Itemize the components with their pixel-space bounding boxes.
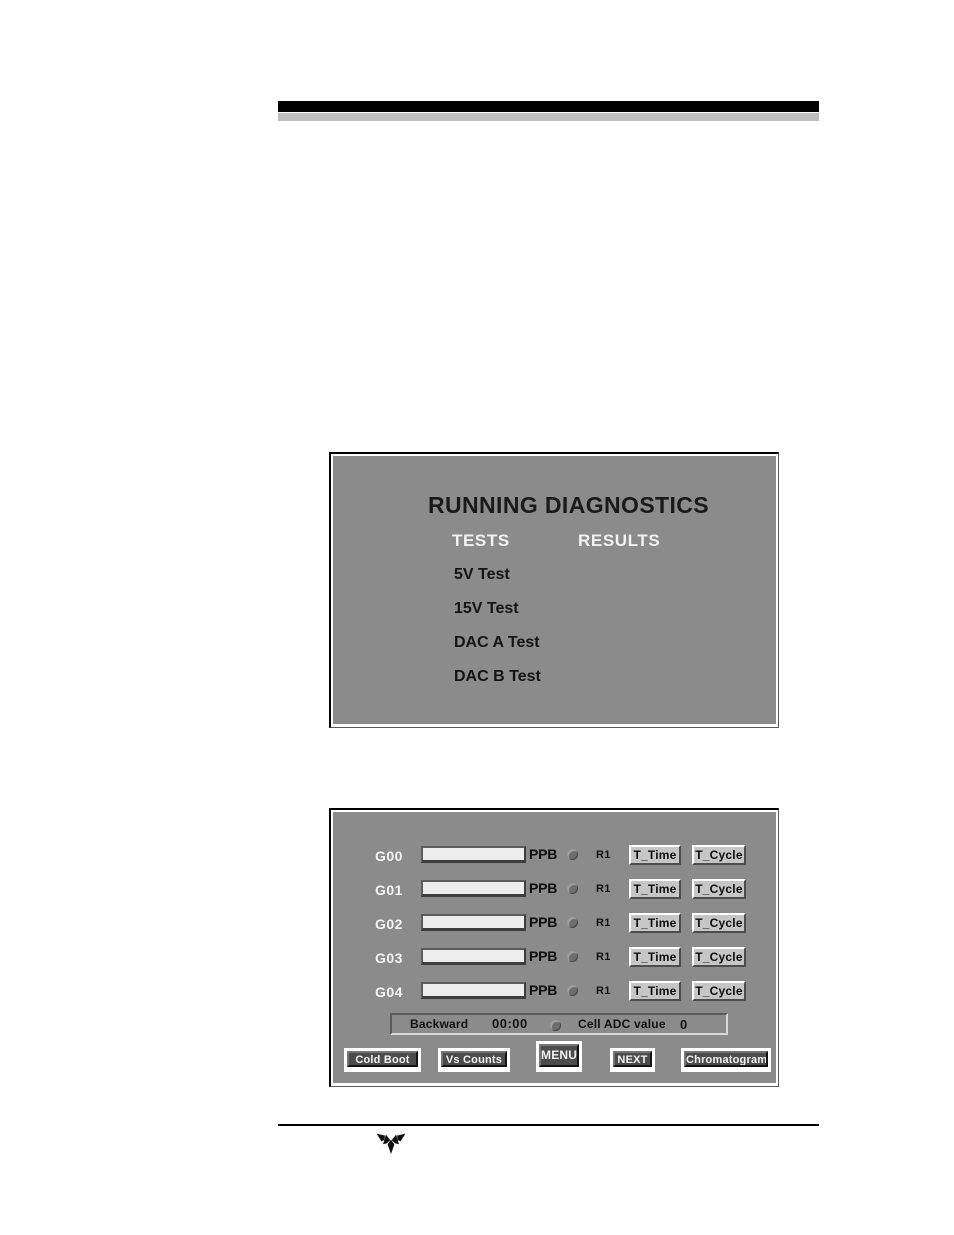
gas-units-label: PPB (529, 914, 558, 930)
gas-concentration-field[interactable] (421, 948, 526, 965)
gas-channel-row: G02 PPB R1 T_Time T_Cycle (333, 913, 783, 939)
gas-units-label: PPB (529, 948, 558, 964)
gas-channel-label: G02 (375, 916, 403, 932)
cold-boot-button-label: Cold Boot (347, 1051, 418, 1067)
diagnostics-test-row: 5V Test (454, 566, 754, 588)
t-time-button[interactable]: T_Time (629, 879, 681, 899)
t-time-button[interactable]: T_Time (629, 913, 681, 933)
t-cycle-button[interactable]: T_Cycle (692, 845, 746, 865)
gas-range-label: R1 (596, 985, 611, 997)
gas-channel-row: G04 PPB R1 T_Time T_Cycle (333, 981, 783, 1007)
t-cycle-button[interactable]: T_Cycle (692, 947, 746, 967)
gas-range-label: R1 (596, 883, 611, 895)
t-cycle-button[interactable]: T_Cycle (692, 981, 746, 1001)
status-led-icon (550, 1020, 561, 1031)
gas-channel-row: G00 PPB R1 T_Time T_Cycle (333, 845, 783, 871)
status-adc-value: 0 (680, 1017, 688, 1032)
footer-rule (278, 1124, 819, 1126)
cold-boot-button[interactable]: Cold Boot (344, 1048, 421, 1072)
next-button-label: NEXT (613, 1051, 652, 1067)
gas-status-led-icon (567, 849, 578, 860)
gas-status-led-icon (567, 883, 578, 894)
vs-counts-button-label: Vs Counts (441, 1051, 507, 1067)
page-header-rule (278, 101, 819, 112)
gas-status-led-icon (567, 917, 578, 928)
diagnostics-panel-body: RUNNING DIAGNOSTICS TESTS RESULTS 5V Tes… (333, 456, 776, 724)
gas-units-label: PPB (529, 846, 558, 862)
gas-channel-row: G03 PPB R1 T_Time T_Cycle (333, 947, 783, 973)
measurement-panel-bezel: G00 PPB R1 T_Time T_Cycle G01 PPB R1 T_T… (331, 810, 778, 1086)
gas-channel-label: G01 (375, 882, 403, 898)
status-direction-label: Backward (410, 1017, 469, 1031)
measurement-panel-body: G00 PPB R1 T_Time T_Cycle G01 PPB R1 T_T… (333, 812, 776, 1083)
t-time-button[interactable]: T_Time (629, 947, 681, 967)
status-adc-label: Cell ADC value (578, 1017, 666, 1031)
status-bar: Backward 00:00 Cell ADC value 0 (390, 1013, 728, 1035)
gas-units-label: PPB (529, 880, 558, 896)
gas-range-label: R1 (596, 917, 611, 929)
gas-concentration-field[interactable] (421, 846, 526, 863)
gas-concentration-field[interactable] (421, 914, 526, 931)
t-time-button[interactable]: T_Time (629, 845, 681, 865)
teledyne-logo-icon (372, 1128, 410, 1154)
gas-channel-label: G03 (375, 950, 403, 966)
gas-channel-label: G00 (375, 848, 403, 864)
gas-range-label: R1 (596, 849, 611, 861)
status-timer: 00:00 (492, 1016, 528, 1031)
diagnostics-screen-panel: RUNNING DIAGNOSTICS TESTS RESULTS 5V Tes… (329, 452, 779, 728)
next-button[interactable]: NEXT (610, 1048, 655, 1072)
menu-button[interactable]: MENU (536, 1041, 582, 1072)
diagnostics-column-header-results: RESULTS (578, 531, 661, 550)
page-header-subrule (278, 113, 819, 121)
diagnostics-test-name: DAC B Test (454, 668, 541, 685)
diagnostics-test-row: 15V Test (454, 600, 754, 622)
measurement-screen-panel: G00 PPB R1 T_Time T_Cycle G01 PPB R1 T_T… (329, 808, 779, 1087)
t-cycle-button[interactable]: T_Cycle (692, 913, 746, 933)
diagnostics-test-name: DAC A Test (454, 634, 540, 651)
diagnostics-test-name: 15V Test (454, 600, 519, 617)
chromatogram-button-label: Chromatogram (684, 1051, 768, 1067)
diagnostics-panel-bezel: RUNNING DIAGNOSTICS TESTS RESULTS 5V Tes… (331, 454, 778, 727)
gas-channel-label: G04 (375, 984, 403, 1000)
t-cycle-button[interactable]: T_Cycle (692, 879, 746, 899)
gas-range-label: R1 (596, 951, 611, 963)
gas-status-led-icon (567, 985, 578, 996)
t-time-button[interactable]: T_Time (629, 981, 681, 1001)
diagnostics-test-name: 5V Test (454, 566, 510, 583)
gas-channel-row: G01 PPB R1 T_Time T_Cycle (333, 879, 783, 905)
gas-status-led-icon (567, 951, 578, 962)
diagnostics-test-row: DAC A Test (454, 634, 754, 656)
gas-concentration-field[interactable] (421, 880, 526, 897)
gas-concentration-field[interactable] (421, 982, 526, 999)
vs-counts-button[interactable]: Vs Counts (438, 1048, 510, 1072)
menu-button-label: MENU (539, 1044, 579, 1067)
diagnostics-test-row: DAC B Test (454, 668, 754, 690)
chromatogram-button[interactable]: Chromatogram (681, 1048, 771, 1072)
gas-units-label: PPB (529, 982, 558, 998)
diagnostics-column-header-tests: TESTS (452, 531, 510, 550)
diagnostics-title: RUNNING DIAGNOSTICS (428, 492, 710, 518)
